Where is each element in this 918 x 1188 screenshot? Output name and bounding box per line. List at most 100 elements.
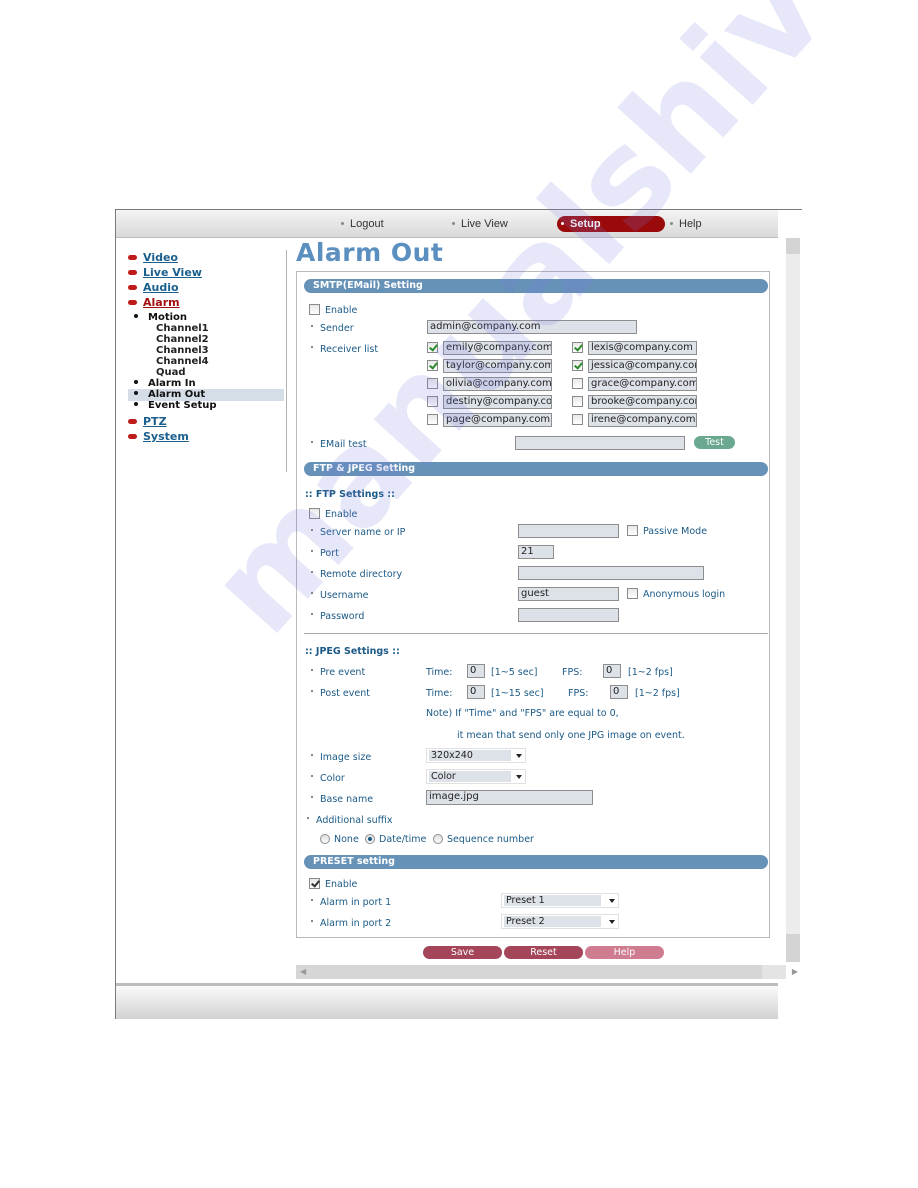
note-line-1: Note) If "Time" and "FPS" are equal to 0…	[426, 708, 619, 719]
receiver-email-input[interactable]: lexis@company.com	[588, 341, 697, 355]
pre-fps-input[interactable]: 0	[603, 664, 621, 678]
receiver-checkbox[interactable]	[572, 360, 583, 371]
alarm-port-2-select[interactable]: Preset 2	[501, 914, 619, 929]
receiver-checkbox[interactable]	[572, 414, 583, 425]
preset-section-header: PRESET setting	[304, 855, 768, 869]
pre-fps-label: FPS:	[562, 667, 583, 678]
suffix-sequence-radio[interactable]	[433, 834, 443, 844]
pre-time-input[interactable]: 0	[467, 664, 485, 678]
server-input[interactable]	[518, 524, 619, 538]
vertical-scrollbar[interactable]	[786, 238, 800, 962]
sidebar-channel-3[interactable]: Channel3	[156, 345, 209, 356]
bullet-icon	[134, 402, 138, 406]
passive-mode-checkbox[interactable]	[627, 525, 638, 536]
smtp-enable-label: Enable	[325, 305, 358, 316]
password-input[interactable]	[518, 608, 619, 622]
receiver-checkbox[interactable]	[427, 342, 438, 353]
post-fps-input[interactable]: 0	[610, 685, 628, 699]
sidebar-item-live-view[interactable]: Live View	[128, 266, 202, 280]
remote-directory-label: Remote directory	[311, 569, 402, 581]
dropdown-arrow-icon	[609, 920, 615, 924]
receiver-checkbox[interactable]	[427, 360, 438, 371]
receiver-checkbox[interactable]	[572, 396, 583, 407]
sidebar-quad[interactable]: Quad	[156, 367, 186, 378]
sender-label: Sender	[311, 323, 354, 335]
receiver-list-label: Receiver list	[311, 344, 378, 356]
receiver-email-input[interactable]: brooke@company.com	[588, 395, 697, 409]
post-time-input[interactable]: 0	[467, 685, 485, 699]
suffix-datetime-radio[interactable]	[365, 834, 375, 844]
post-event-label: Post event	[311, 688, 370, 700]
bullet-icon	[341, 221, 344, 225]
receiver-email-input[interactable]: olivia@company.com	[443, 377, 552, 391]
test-button[interactable]: Test	[694, 436, 735, 449]
username-label: Username	[311, 590, 368, 602]
anonymous-login-checkbox[interactable]	[627, 588, 638, 599]
ftp-jpeg-section-header: FTP & JPEG Setting	[304, 462, 768, 476]
help-button[interactable]: Help	[585, 946, 664, 959]
receiver-email-input[interactable]: destiny@company.com	[443, 395, 552, 409]
preset-enable-checkbox[interactable]	[309, 878, 320, 889]
alarm-port-1-label: Alarm in port 1	[311, 897, 391, 909]
receiver-email-input[interactable]: emily@company.com	[443, 341, 552, 355]
receiver-email-input[interactable]: grace@company.com	[588, 377, 697, 391]
nav-help[interactable]: Help	[670, 216, 702, 232]
sender-input[interactable]: admin@company.com	[427, 320, 637, 334]
post-fps-range: [1~2 fps]	[635, 688, 680, 699]
scroll-left-icon[interactable]: ◀	[300, 967, 306, 976]
pre-time-range: [1~5 sec]	[491, 667, 538, 678]
ftp-enable-checkbox[interactable]	[309, 508, 320, 519]
scroll-thumb[interactable]	[786, 238, 800, 254]
sidebar-channel-4[interactable]: Channel4	[156, 356, 209, 367]
nav-live-view[interactable]: Live View	[452, 216, 508, 232]
image-size-select[interactable]: 320x240	[426, 748, 526, 763]
sidebar-item-audio[interactable]: Audio	[128, 281, 179, 295]
alarm-port-2-label: Alarm in port 2	[311, 918, 391, 930]
save-button[interactable]: Save	[423, 946, 502, 959]
color-select[interactable]: Color	[426, 769, 526, 784]
receiver-checkbox[interactable]	[427, 396, 438, 407]
receiver-email-input[interactable]: page@company.com	[443, 413, 552, 427]
base-name-input[interactable]: image.jpg	[426, 790, 593, 805]
smtp-enable-checkbox[interactable]	[309, 304, 320, 315]
suffix-sequence-label: Sequence number	[447, 834, 534, 845]
sidebar-item-system[interactable]: System	[128, 430, 189, 444]
port-input[interactable]: 21	[518, 545, 554, 559]
passive-mode-label: Passive Mode	[643, 526, 708, 537]
dropdown-arrow-icon	[609, 899, 615, 903]
dropdown-arrow-icon	[516, 775, 522, 779]
nav-logout[interactable]: Logout	[341, 216, 384, 232]
receiver-checkbox[interactable]	[572, 378, 583, 389]
bullet-icon	[134, 314, 138, 318]
post-time-range: [1~15 sec]	[491, 688, 544, 699]
sidebar-channel-1[interactable]: Channel1	[156, 323, 209, 334]
sidebar-sub-event-setup[interactable]: Event Setup	[134, 400, 217, 412]
sidebar-item-alarm[interactable]: Alarm	[128, 296, 180, 310]
bullet-icon	[670, 221, 673, 225]
status-bar	[116, 983, 778, 1019]
port-label: Port	[311, 548, 339, 560]
receiver-email-input[interactable]: taylor@company.com	[443, 359, 552, 373]
receiver-checkbox[interactable]	[427, 414, 438, 425]
menu-pill-icon	[128, 418, 137, 424]
scroll-right-icon[interactable]: ▶	[792, 967, 798, 976]
menu-pill-icon	[128, 284, 137, 290]
username-input[interactable]: guest	[518, 587, 619, 601]
receiver-email-input[interactable]: irene@company.com	[588, 413, 697, 427]
receiver-checkbox[interactable]	[572, 342, 583, 353]
sidebar-item-ptz[interactable]: PTZ	[128, 415, 167, 429]
nav-setup[interactable]: Setup	[557, 216, 665, 232]
alarm-port-1-select[interactable]: Preset 1	[501, 893, 619, 908]
image-size-label: Image size	[311, 752, 371, 764]
sidebar-channel-2[interactable]: Channel2	[156, 334, 209, 345]
sidebar-item-video[interactable]: Video	[128, 251, 178, 265]
suffix-none-label: None	[334, 834, 359, 845]
remote-directory-input[interactable]	[518, 566, 704, 580]
reset-button[interactable]: Reset	[504, 946, 583, 959]
bullet-icon	[561, 221, 564, 225]
receiver-checkbox[interactable]	[427, 378, 438, 389]
email-test-input[interactable]	[515, 436, 685, 450]
receiver-email-input[interactable]: jessica@company.com	[588, 359, 697, 373]
suffix-none-radio[interactable]	[320, 834, 330, 844]
horizontal-scrollbar[interactable]: ◀ ▶	[296, 965, 798, 979]
